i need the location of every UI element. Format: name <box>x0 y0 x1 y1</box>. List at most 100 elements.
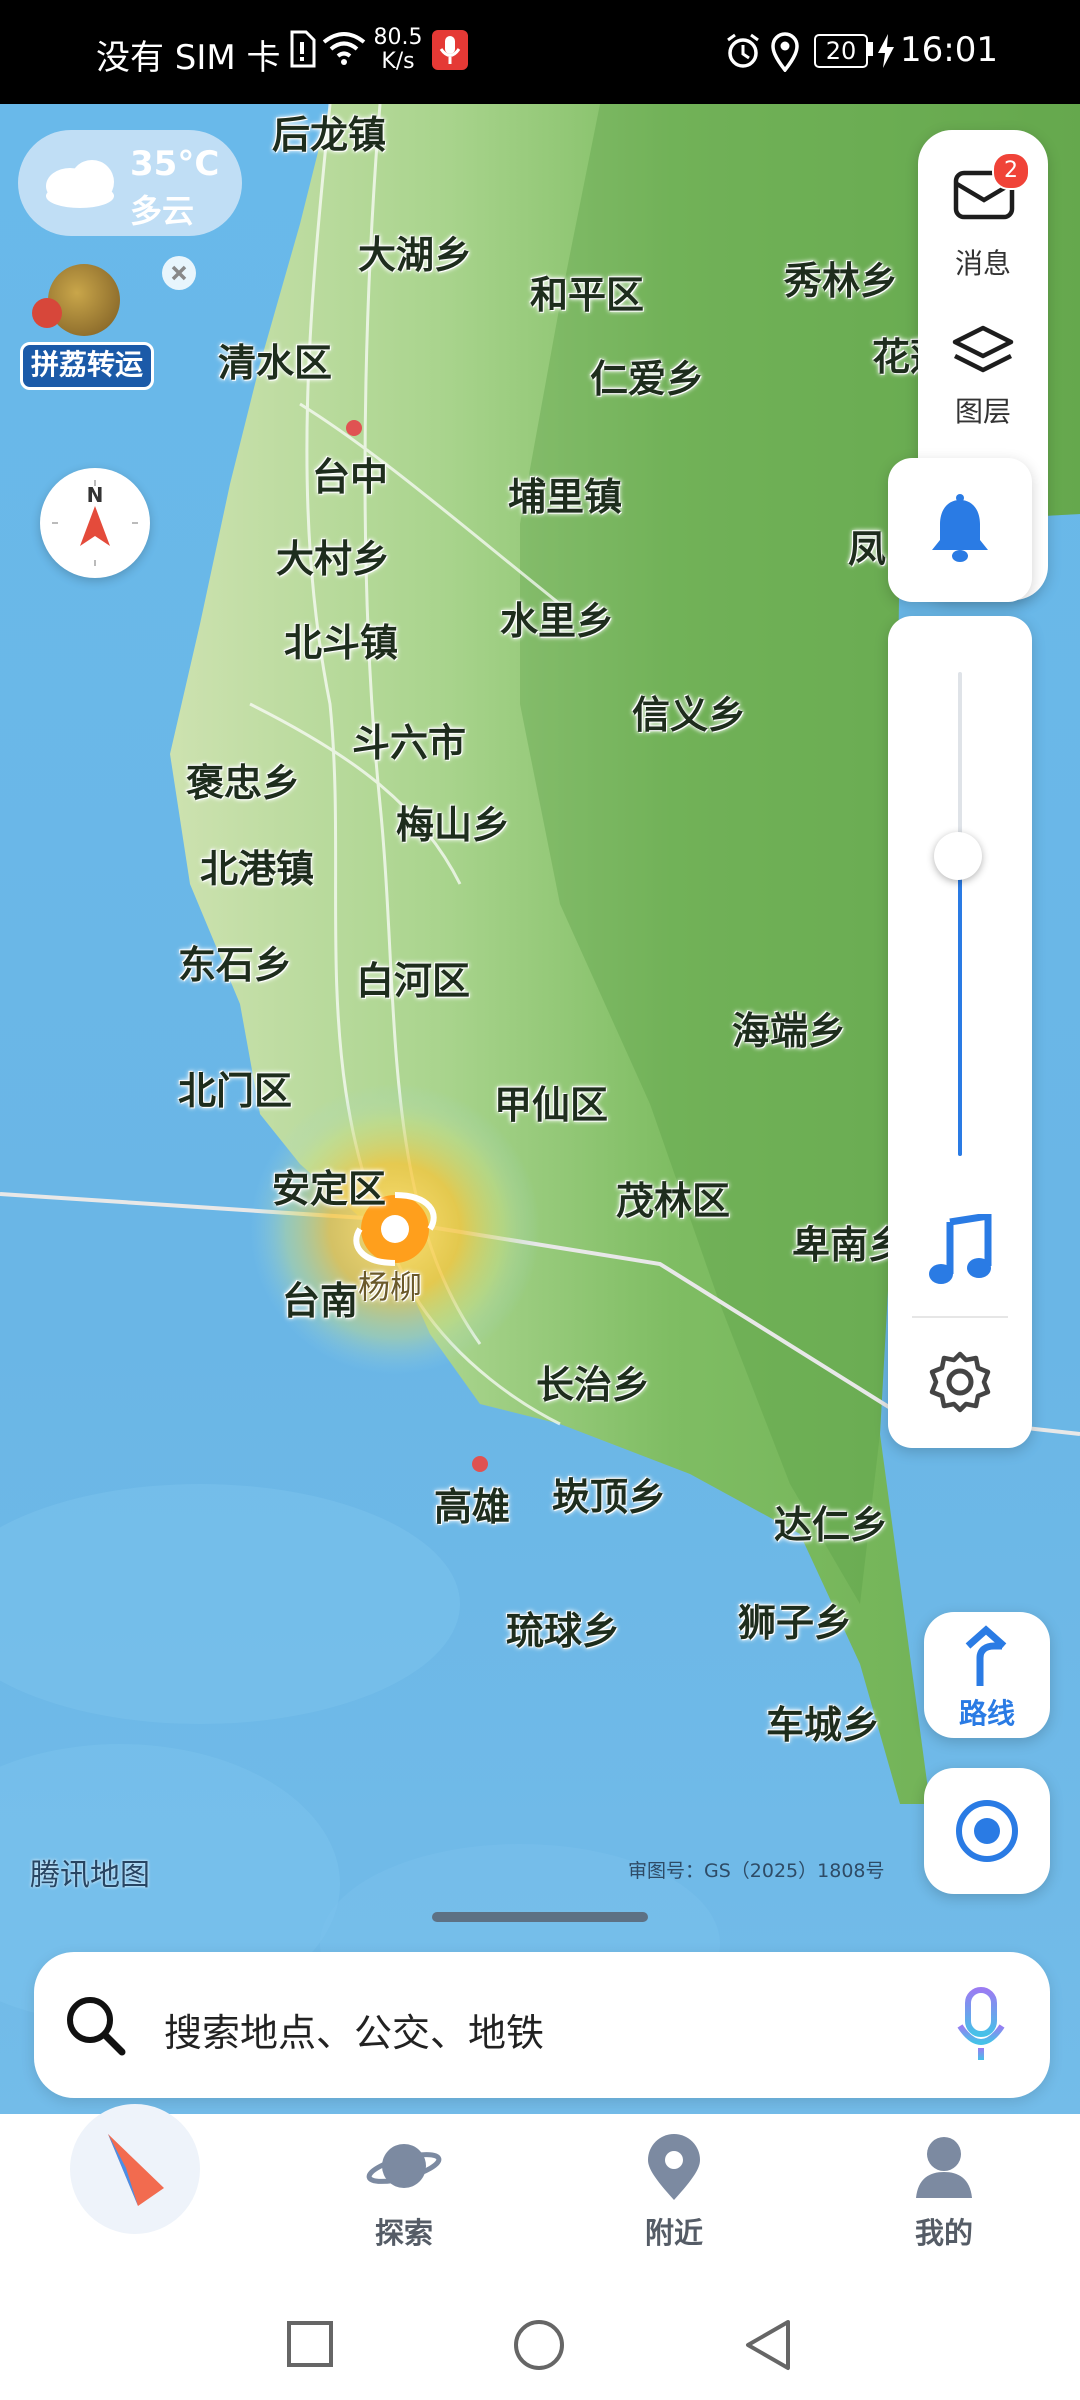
map-watermark: 腾讯地图 <box>30 1858 150 1893</box>
place-label[interactable]: 清水区 <box>218 332 332 387</box>
messages-label: 消息 <box>954 247 1011 280</box>
place-label[interactable]: 北港镇 <box>200 838 314 893</box>
promo-label: 拼荔转运 <box>20 342 154 390</box>
route-button[interactable]: 路线 <box>924 1612 1050 1738</box>
layers-button[interactable]: 图层 <box>918 324 1048 454</box>
place-label[interactable]: 凤 <box>848 518 886 573</box>
place-label[interactable]: 崁顶乡 <box>552 1466 666 1521</box>
music-note-icon[interactable] <box>928 1211 992 1290</box>
clock: 16:01 <box>900 30 998 70</box>
alarm-icon <box>724 32 762 74</box>
route-label: 路线 <box>958 1697 1015 1730</box>
place-label[interactable]: 北斗镇 <box>284 612 398 667</box>
locate-icon <box>954 1798 1020 1868</box>
nav-nearby-label: 附近 <box>644 2216 703 2250</box>
place-label[interactable]: 长治乡 <box>536 1354 650 1409</box>
home-button[interactable] <box>512 2318 566 2376</box>
recent-apps-button[interactable] <box>286 2320 334 2372</box>
place-label[interactable]: 车城乡 <box>766 1694 880 1749</box>
nav-explore[interactable]: 探索 <box>344 2134 464 2264</box>
weather-condition: 多云 <box>130 192 195 230</box>
bell-icon <box>930 494 990 568</box>
sim-status: 没有 SIM 卡 <box>96 38 281 78</box>
volume-slider-fill <box>958 855 962 1156</box>
route-arrow-icon <box>962 1624 1014 1692</box>
nav-home[interactable] <box>70 2104 200 2234</box>
speed-value: 80.5 <box>373 25 423 50</box>
layers-icon <box>951 324 1015 384</box>
speed-unit: K/s <box>381 49 415 74</box>
typhoon-name[interactable]: 杨柳 <box>358 1262 422 1308</box>
place-label[interactable]: 褒忠乡 <box>186 752 300 807</box>
compass-button[interactable]: N <box>40 468 150 578</box>
layers-label: 图层 <box>954 395 1011 428</box>
place-label[interactable]: 高雄 <box>434 1476 510 1531</box>
place-label[interactable]: 达仁乡 <box>774 1494 888 1549</box>
back-button[interactable] <box>744 2318 792 2376</box>
wifi-icon <box>322 30 366 70</box>
sheet-handle[interactable] <box>432 1912 648 1922</box>
location-icon <box>770 32 800 76</box>
place-label[interactable]: 台南 <box>282 1270 358 1325</box>
messages-button[interactable]: 2 消息 <box>918 152 1048 300</box>
place-label[interactable]: 东石乡 <box>178 934 292 989</box>
place-label[interactable]: 琉球乡 <box>506 1600 620 1655</box>
place-label[interactable]: 仁爱乡 <box>590 348 704 403</box>
planet-icon <box>366 2134 442 2202</box>
promo-badge[interactable]: 拼荔转运 <box>18 258 154 390</box>
system-nav-bar <box>0 2278 1080 2400</box>
close-icon[interactable] <box>162 256 196 290</box>
place-label[interactable]: 白河区 <box>356 950 470 1005</box>
status-bar: 没有 SIM 卡 80.5 K/s 20 16:01 <box>0 0 1080 104</box>
user-icon <box>914 2134 974 2204</box>
cloud-icon <box>40 152 120 212</box>
place-label[interactable]: 和平区 <box>530 264 644 319</box>
place-label[interactable]: 茂林区 <box>616 1170 730 1225</box>
settings-gear-icon[interactable] <box>928 1350 992 1418</box>
divider <box>912 1316 1008 1318</box>
nav-explore-label: 探索 <box>374 2216 433 2250</box>
place-label[interactable]: 安定区 <box>272 1158 386 1213</box>
place-label[interactable]: 梅山乡 <box>396 794 510 849</box>
place-label[interactable]: 后龙镇 <box>272 104 386 159</box>
place-label[interactable]: 大村乡 <box>276 528 390 583</box>
volume-panel <box>888 616 1032 1448</box>
place-label[interactable]: 北门区 <box>178 1060 292 1115</box>
place-label[interactable]: 海端乡 <box>732 1000 846 1055</box>
notification-bell-button[interactable] <box>888 458 1032 602</box>
place-label[interactable]: 水里乡 <box>500 590 614 645</box>
place-label[interactable]: 埔里镇 <box>508 466 622 521</box>
microphone-icon[interactable] <box>954 1986 1008 2068</box>
bottom-nav: 探索 附近 我的 <box>0 2104 1080 2278</box>
place-label[interactable]: 信义乡 <box>632 684 746 739</box>
nav-mine[interactable]: 我的 <box>884 2134 1004 2264</box>
fruit-icon <box>32 298 62 328</box>
place-label[interactable]: 大湖乡 <box>358 224 472 279</box>
place-label[interactable]: 甲仙区 <box>494 1074 608 1129</box>
search-input[interactable]: 搜索地点、公交、地铁 <box>164 2002 544 2057</box>
battery-level: 20 <box>814 34 868 68</box>
charging-icon <box>876 34 896 72</box>
sim-card-icon <box>288 30 316 72</box>
home-compass-icon <box>98 2128 174 2216</box>
microphone-recording-icon <box>432 30 468 70</box>
search-bar[interactable]: 搜索地点、公交、地铁 <box>34 1952 1050 2098</box>
my-location-button[interactable] <box>924 1768 1050 1894</box>
volume-slider-thumb[interactable] <box>934 831 982 880</box>
lychee-icon <box>48 264 120 336</box>
messages-badge: 2 <box>992 152 1030 190</box>
nav-mine-label: 我的 <box>914 2216 973 2250</box>
place-label[interactable]: 狮子乡 <box>738 1592 852 1647</box>
network-speed: 80.5 K/s <box>372 26 424 74</box>
map-pin-icon <box>644 2134 704 2206</box>
battery-tip <box>868 42 873 56</box>
compass-icon: N <box>52 480 138 566</box>
weather-temperature: 35°C <box>130 144 220 184</box>
weather-widget[interactable]: 35°C 多云 <box>18 130 242 236</box>
place-label[interactable]: 秀林乡 <box>784 250 898 305</box>
place-label[interactable]: 斗六市 <box>352 712 466 767</box>
place-label[interactable]: 台中 <box>312 446 388 501</box>
nav-nearby[interactable]: 附近 <box>614 2134 734 2264</box>
map-approval-number: 审图号：GS（2025）1808号 <box>628 1860 885 1882</box>
svg-text:N: N <box>87 483 104 507</box>
